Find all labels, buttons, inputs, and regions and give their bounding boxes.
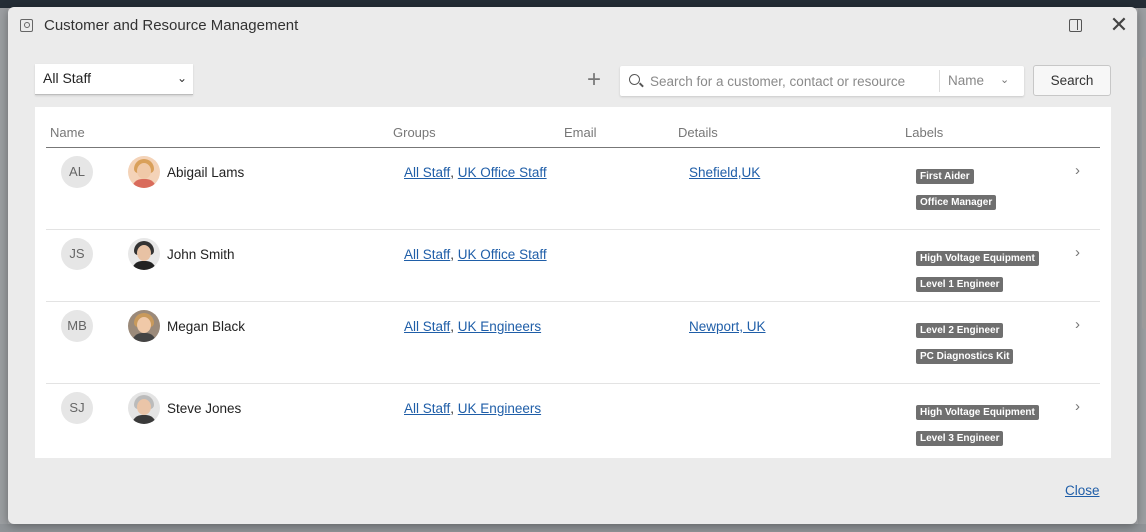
resource-details: Newport, UK xyxy=(689,319,766,334)
table-row[interactable]: AL Abigail Lams All Staff, UK Office Sta… xyxy=(46,148,1100,230)
chevron-down-icon: ⌄ xyxy=(176,71,187,85)
resource-groups: All Staff, UK Office Staff xyxy=(404,165,547,180)
resource-table: Name Groups Email Details Labels AL Abig… xyxy=(35,107,1111,458)
resource-groups: All Staff, UK Engineers xyxy=(404,319,542,334)
avatar xyxy=(128,392,160,424)
chevron-down-icon[interactable]: ⌄ xyxy=(1000,73,1009,86)
header-labels[interactable]: Labels xyxy=(905,125,943,140)
resource-labels: First Aider Office Manager xyxy=(916,166,1041,218)
search-input[interactable] xyxy=(648,71,908,91)
group-link[interactable]: All Staff xyxy=(404,319,450,334)
label-badge: Office Manager xyxy=(916,195,997,210)
table-row[interactable]: JS John Smith All Staff, UK Office Staff… xyxy=(46,230,1100,302)
label-badge: Level 2 Engineer xyxy=(916,323,1004,338)
customer-resource-dialog: Customer and Resource Management ✕ All S… xyxy=(8,7,1137,524)
group-link[interactable]: All Staff xyxy=(404,165,450,180)
panel-toggle-icon[interactable] xyxy=(1069,19,1082,32)
contact-card-icon xyxy=(20,19,33,32)
initials-avatar: SJ xyxy=(61,392,93,424)
dialog-title: Customer and Resource Management xyxy=(44,17,299,34)
avatar xyxy=(128,156,160,188)
dialog-titlebar: Customer and Resource Management ✕ xyxy=(8,7,1137,45)
search-divider xyxy=(939,70,940,92)
resource-labels: High Voltage Equipment Level 3 Engineer xyxy=(916,402,1041,454)
group-link[interactable]: UK Office Staff xyxy=(458,247,547,262)
details-link[interactable]: Shefield,UK xyxy=(689,165,760,180)
scrollbar[interactable] xyxy=(1142,57,1146,329)
group-link[interactable]: All Staff xyxy=(404,401,450,416)
table-row[interactable]: SJ Steve Jones All Staff, UK Engineers H… xyxy=(46,384,1100,458)
table-row[interactable]: MB Megan Black All Staff, UK Engineers N… xyxy=(46,302,1100,384)
label-badge: PC Diagnostics Kit xyxy=(916,349,1014,364)
resource-groups: All Staff, UK Office Staff xyxy=(404,247,547,262)
group-link[interactable]: UK Engineers xyxy=(458,319,541,334)
resource-details: Shefield,UK xyxy=(689,165,760,180)
header-email[interactable]: Email xyxy=(564,125,597,140)
label-badge: First Aider xyxy=(916,169,974,184)
header-name[interactable]: Name xyxy=(50,125,85,140)
resource-labels: Level 2 Engineer PC Diagnostics Kit xyxy=(916,320,1041,372)
search-box: Name ⌄ xyxy=(620,66,1024,96)
label-badge: High Voltage Equipment xyxy=(916,251,1039,266)
group-link[interactable]: UK Engineers xyxy=(458,401,541,416)
resource-groups: All Staff, UK Engineers xyxy=(404,401,542,416)
details-link[interactable]: Newport, UK xyxy=(689,319,766,334)
resource-name: John Smith xyxy=(167,247,235,262)
label-badge: High Voltage Equipment xyxy=(916,405,1039,420)
resource-name: Megan Black xyxy=(167,319,246,334)
label-badge: Level 1 Engineer xyxy=(916,277,1004,292)
label-badge: Level 3 Engineer xyxy=(916,431,1004,446)
staff-filter-value: All Staff xyxy=(43,70,91,86)
search-icon xyxy=(629,74,640,85)
add-button[interactable]: + xyxy=(584,68,604,93)
search-button[interactable]: Search xyxy=(1033,65,1111,96)
chevron-right-icon[interactable]: › xyxy=(1075,162,1080,179)
close-button[interactable]: Close xyxy=(1065,483,1100,498)
resource-name: Abigail Lams xyxy=(167,165,245,180)
chevron-right-icon[interactable]: › xyxy=(1075,316,1080,333)
header-details[interactable]: Details xyxy=(678,125,718,140)
chevron-right-icon[interactable]: › xyxy=(1075,398,1080,415)
group-link[interactable]: UK Office Staff xyxy=(458,165,547,180)
close-icon[interactable]: ✕ xyxy=(1108,13,1130,37)
group-link[interactable]: All Staff xyxy=(404,247,450,262)
resource-labels: High Voltage Equipment Level 1 Engineer xyxy=(916,248,1041,300)
search-field-select[interactable]: Name xyxy=(948,73,984,88)
initials-avatar: AL xyxy=(61,156,93,188)
staff-filter-select[interactable]: All Staff ⌄ xyxy=(35,64,193,95)
initials-avatar: JS xyxy=(61,238,93,270)
initials-avatar: MB xyxy=(61,310,93,342)
resource-name: Steve Jones xyxy=(167,401,242,416)
avatar xyxy=(128,238,160,270)
header-groups[interactable]: Groups xyxy=(393,125,436,140)
avatar xyxy=(128,310,160,342)
table-header: Name Groups Email Details Labels xyxy=(46,107,1100,148)
chevron-right-icon[interactable]: › xyxy=(1075,244,1080,261)
